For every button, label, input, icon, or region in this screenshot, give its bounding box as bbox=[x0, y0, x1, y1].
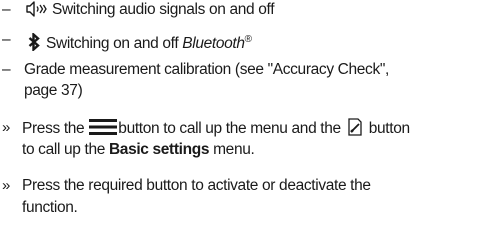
step-text-line2-prefix: to call up the bbox=[22, 141, 109, 158]
step-marker: » bbox=[2, 177, 10, 194]
function-label-calibration-line2: page 37) bbox=[24, 82, 83, 99]
function-label-bluetooth-brand: Bluetooth bbox=[182, 35, 245, 53]
step-text-part3: button bbox=[368, 120, 410, 137]
step-text-part1: Press the bbox=[22, 120, 85, 137]
list-bullet: – bbox=[2, 1, 11, 18]
menu-icon bbox=[89, 118, 118, 142]
function-label-audio: Switching audio signals on and off bbox=[51, 1, 275, 18]
list-bullet: – bbox=[2, 31, 11, 48]
speaker-sound-icon bbox=[26, 1, 48, 23]
basic-settings-icon bbox=[348, 118, 362, 142]
function-label-calibration-line1: Grade measurement calibration (see "Accu… bbox=[24, 61, 389, 78]
step-text-part2: button to call up the menu and the bbox=[118, 120, 341, 137]
registered-mark: ® bbox=[244, 34, 252, 45]
basic-settings-label: Basic settings bbox=[108, 141, 210, 158]
step-text-line2-suffix: menu. bbox=[209, 141, 255, 158]
step-text-toggle-line2: function. bbox=[22, 199, 78, 216]
manual-page: – Switching audio signals on and off – S… bbox=[0, 0, 488, 252]
instruction-step-menu-line2: to call up the Basic settings menu. bbox=[22, 140, 255, 160]
function-label-bluetooth-prefix: Switching on and off bbox=[46, 35, 183, 53]
list-bullet: – bbox=[2, 61, 11, 78]
bluetooth-icon bbox=[28, 31, 40, 57]
step-text-toggle-line1: Press the required button to activate or… bbox=[22, 177, 371, 194]
step-marker: » bbox=[2, 119, 10, 136]
